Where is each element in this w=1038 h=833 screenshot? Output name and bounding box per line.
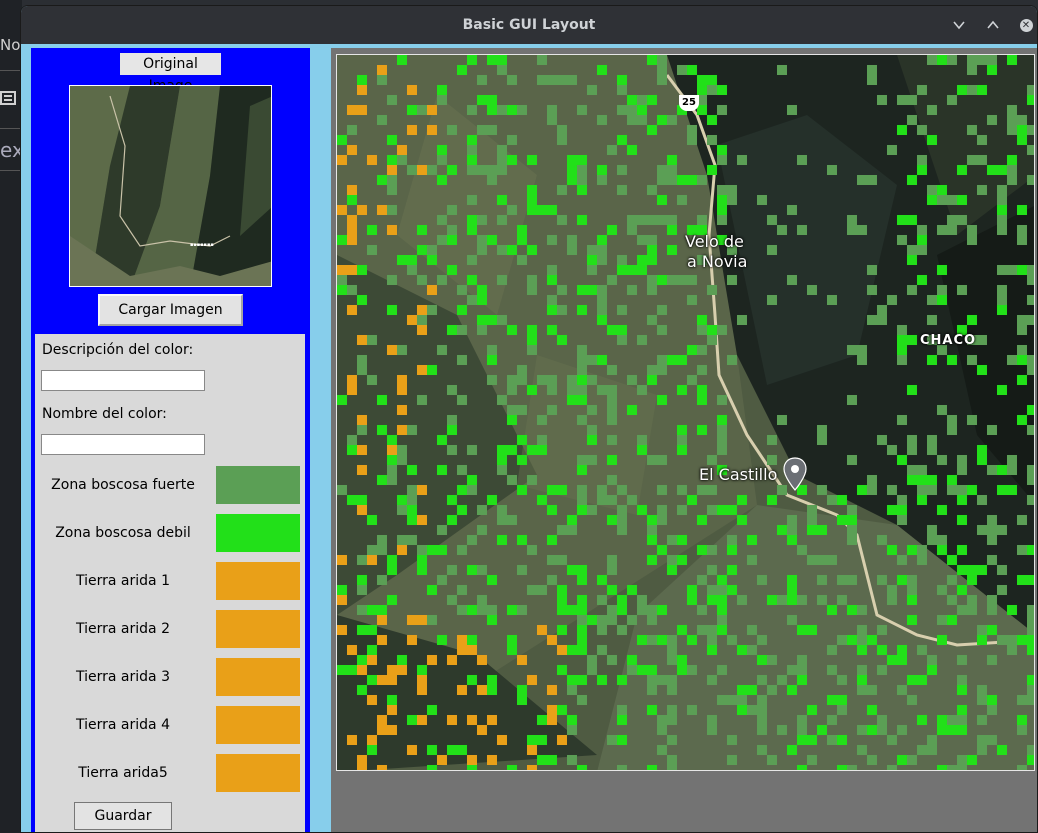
newspaper-icon [0, 91, 16, 105]
background-divider [0, 170, 22, 171]
title-bar[interactable]: Basic GUI Layout ✕ [21, 6, 1037, 44]
minimize-button[interactable] [949, 15, 969, 35]
original-image-label: Original Image [120, 53, 221, 94]
color-swatch[interactable] [216, 562, 300, 600]
classified-map[interactable]: 25 Velo de a Novia CHACO El Castillo [336, 54, 1035, 771]
route-shield-icon: 25 [679, 95, 699, 111]
background-divider [0, 70, 22, 71]
window-title: Basic GUI Layout [462, 17, 596, 33]
color-swatch[interactable] [216, 706, 300, 744]
background-app-strip [0, 0, 22, 833]
color-name-label: Nombre del color: [42, 406, 167, 422]
legend-row: Zona boscosa fuerte [35, 466, 305, 506]
save-button[interactable]: Guardar [74, 802, 172, 830]
color-swatch[interactable] [216, 658, 300, 696]
legend-label: Zona boscosa fuerte [51, 477, 195, 493]
background-divider [0, 128, 22, 129]
legend-row: Tierra arida 2 [35, 610, 305, 650]
map-label-velo: Velo de [685, 232, 744, 251]
description-input[interactable] [41, 370, 205, 391]
original-image-thumbnail: ▪▪▪▪▪▪▪ [69, 85, 272, 287]
color-swatch[interactable] [216, 514, 300, 552]
map-label-chaco: CHACO [920, 333, 977, 348]
description-label: Descripción del color: [42, 342, 194, 358]
app-window: Basic GUI Layout ✕ Original Image ▪▪▪▪▪▪… [20, 5, 1038, 833]
color-form-panel: Descripción del color: Nombre del color:… [35, 334, 305, 832]
satellite-thumbnail: ▪▪▪▪▪▪▪ [70, 86, 271, 286]
load-image-button[interactable]: Cargar Imagen [98, 294, 243, 326]
legend-row: Tierra arida 3 [35, 658, 305, 698]
legend-label: Tierra arida 2 [76, 621, 170, 637]
left-panel: Original Image ▪▪▪▪▪▪▪ Cargar Imagen Des… [31, 48, 310, 832]
background-tab: Note [0, 36, 22, 54]
map-label-castillo: El Castillo [699, 465, 778, 484]
map-pin-icon[interactable] [783, 457, 807, 491]
color-swatch[interactable] [216, 610, 300, 648]
legend-label: Tierra arida5 [78, 765, 168, 781]
legend-row: Tierra arida5 [35, 754, 305, 794]
result-area: 25 Velo de a Novia CHACO El Castillo [331, 48, 1037, 832]
legend-row: Tierra arida 4 [35, 706, 305, 746]
svg-text:▪▪▪▪▪▪▪: ▪▪▪▪▪▪▪ [190, 242, 214, 248]
close-icon: ✕ [1019, 18, 1033, 32]
color-swatch[interactable] [216, 466, 300, 504]
legend-row: Tierra arida 1 [35, 562, 305, 602]
legend-label: Tierra arida 4 [76, 717, 170, 733]
legend-label: Zona boscosa debil [55, 525, 191, 541]
chevron-up-icon [987, 20, 999, 29]
legend-label: Tierra arida 1 [76, 573, 170, 589]
legend-row: Zona boscosa debil [35, 514, 305, 554]
background-text: ex [0, 138, 22, 162]
chevron-down-icon [953, 21, 965, 30]
legend-label: Tierra arida 3 [76, 669, 170, 685]
color-name-input[interactable] [41, 434, 205, 455]
maximize-button[interactable] [983, 15, 1003, 35]
map-label-novia: a Novia [687, 252, 748, 271]
color-swatch[interactable] [216, 754, 300, 792]
satellite-map [337, 55, 1034, 770]
close-button[interactable]: ✕ [1016, 15, 1036, 35]
